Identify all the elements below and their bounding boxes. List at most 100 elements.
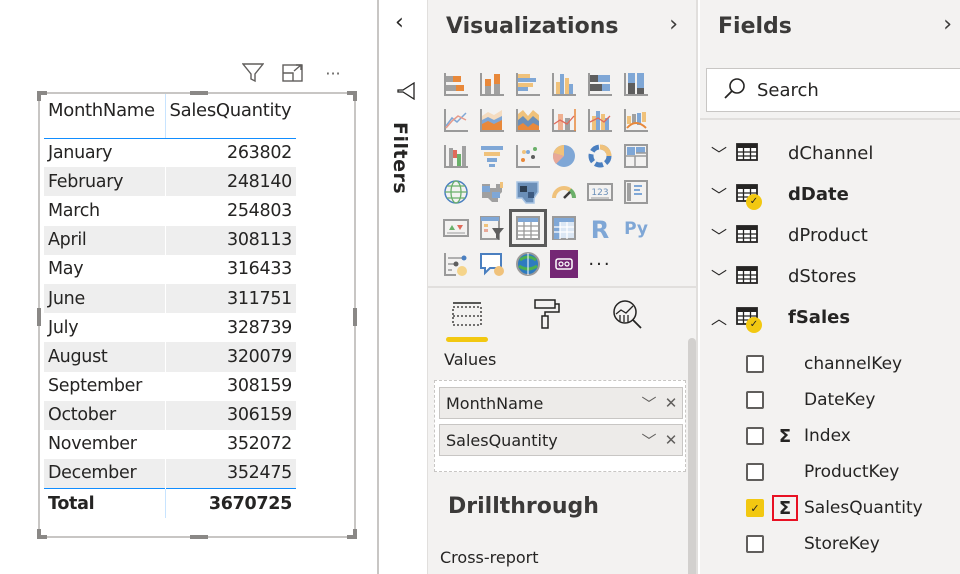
line-and-clustered-column-chart-icon[interactable]	[582, 102, 618, 138]
field-channelkey[interactable]: channelKey	[746, 349, 902, 379]
value-field-pill[interactable]: MonthName ﹀ ✕	[439, 387, 683, 419]
card-icon[interactable]: 123	[582, 174, 618, 210]
chevron-down-icon[interactable]: ﹀	[706, 182, 732, 206]
fields-tab[interactable]	[442, 296, 492, 342]
area-chart-icon[interactable]	[474, 102, 510, 138]
waterfall-chart-icon[interactable]	[438, 138, 474, 174]
report-canvas[interactable]: ··· MonthName SalesQuantity January 2638…	[0, 0, 379, 574]
chevron-down-icon[interactable]: ﹀	[638, 430, 660, 451]
collapse-fields-chevron-icon[interactable]: ›	[943, 12, 952, 37]
table-row[interactable]: April 308113	[44, 225, 296, 255]
python-visual-icon[interactable]: Py	[618, 210, 654, 246]
funnel-icon[interactable]	[474, 138, 510, 174]
scatter-chart-icon[interactable]	[510, 138, 546, 174]
stacked-column-chart-icon[interactable]	[474, 66, 510, 102]
field-table-dchannel[interactable]: ﹀ dChannel	[706, 138, 873, 168]
table-row[interactable]: March 254803	[44, 196, 296, 226]
filter-icon[interactable]	[240, 62, 266, 84]
expand-filters-chevron-icon[interactable]: ‹	[395, 10, 404, 35]
key-influencers-icon[interactable]	[438, 246, 474, 282]
filters-label[interactable]: Filters	[389, 122, 411, 194]
resize-handle-left[interactable]	[37, 308, 41, 326]
resize-handle-bottom[interactable]	[190, 535, 208, 539]
field-table-dproduct[interactable]: ﹀ dProduct	[706, 220, 868, 250]
field-checkbox[interactable]	[746, 355, 764, 373]
table-row[interactable]: May 316433	[44, 254, 296, 284]
treemap-icon[interactable]	[618, 138, 654, 174]
kpi-icon[interactable]	[438, 210, 474, 246]
table-row[interactable]: November 352072	[44, 429, 296, 460]
power-apps-icon[interactable]	[546, 246, 582, 282]
field-datekey[interactable]: DateKey	[746, 385, 875, 415]
field-checkbox[interactable]	[746, 535, 764, 553]
values-field-well[interactable]: MonthName ﹀ ✕ SalesQuantity ﹀ ✕	[434, 380, 686, 472]
table-row[interactable]: February 248140	[44, 167, 296, 197]
gauge-icon[interactable]	[546, 174, 582, 210]
field-index[interactable]: Σ Index	[746, 421, 851, 451]
100-stacked-bar-chart-icon[interactable]	[582, 66, 618, 102]
field-table-fsales[interactable]: ︿ ✓ fSales	[706, 302, 850, 333]
q-and-a-icon[interactable]	[474, 246, 510, 282]
clustered-bar-chart-icon[interactable]	[510, 66, 546, 102]
table-row[interactable]: July 328739	[44, 313, 296, 343]
sales-quantity-cell: 308159	[226, 376, 292, 397]
column-header-monthname[interactable]: MonthName	[44, 94, 166, 139]
visualizations-scrollbar[interactable]	[688, 338, 696, 574]
stacked-area-chart-icon[interactable]	[510, 102, 546, 138]
map-icon[interactable]	[438, 174, 474, 210]
field-checkbox[interactable]	[746, 427, 764, 445]
field-checkbox[interactable]: ✓	[746, 499, 764, 517]
table-row[interactable]: January 263802	[44, 138, 296, 168]
clustered-column-chart-icon[interactable]	[546, 66, 582, 102]
field-storekey[interactable]: StoreKey	[746, 529, 880, 559]
chevron-down-icon[interactable]: ﹀	[706, 141, 732, 165]
resize-handle-bottom-right[interactable]	[353, 529, 357, 539]
table-row[interactable]: October 306159	[44, 400, 296, 430]
chevron-down-icon[interactable]: ﹀	[706, 264, 732, 288]
more-options-icon[interactable]: ···	[320, 62, 346, 84]
table-row[interactable]: December 352475	[44, 459, 296, 489]
100-stacked-column-chart-icon[interactable]	[618, 66, 654, 102]
table-row[interactable]: September 308159	[44, 371, 296, 401]
chevron-down-icon[interactable]: ﹀	[706, 223, 732, 247]
fields-search-input[interactable]: Search	[706, 68, 960, 112]
ribbon-chart-icon[interactable]	[618, 102, 654, 138]
remove-field-close-icon[interactable]: ✕	[660, 394, 682, 412]
focus-mode-icon[interactable]	[280, 62, 306, 84]
resize-handle-top-left[interactable]	[37, 91, 41, 101]
r-script-visual-icon[interactable]: R	[582, 210, 618, 246]
more-visuals-icon[interactable]: ···	[582, 246, 618, 282]
shape-map-icon[interactable]	[510, 174, 546, 210]
field-productkey[interactable]: ProductKey	[746, 457, 899, 487]
chevron-up-icon[interactable]: ︿	[706, 305, 732, 329]
resize-handle-top-right[interactable]	[353, 91, 357, 101]
column-header-salesquantity[interactable]: SalesQuantity	[165, 94, 296, 139]
matrix-icon[interactable]	[546, 210, 582, 246]
chevron-down-icon[interactable]: ﹀	[638, 393, 660, 414]
filters-pane-collapsed[interactable]: ‹ Filters	[381, 0, 428, 574]
collapse-visualizations-chevron-icon[interactable]: ›	[669, 12, 678, 37]
analytics-tab[interactable]	[602, 296, 652, 332]
line-chart-icon[interactable]	[438, 102, 474, 138]
field-salesquantity[interactable]: ✓ Σ SalesQuantity	[746, 493, 923, 523]
format-tab[interactable]	[522, 296, 572, 332]
table-icon[interactable]	[509, 209, 547, 247]
stacked-bar-chart-icon[interactable]	[438, 66, 474, 102]
value-field-pill[interactable]: SalesQuantity ﹀ ✕	[439, 424, 683, 456]
line-and-stacked-column-chart-icon[interactable]	[546, 102, 582, 138]
pie-chart-icon[interactable]	[546, 138, 582, 174]
resize-handle-right[interactable]	[353, 308, 357, 326]
multi-row-card-icon[interactable]	[618, 174, 654, 210]
field-checkbox[interactable]	[746, 391, 764, 409]
field-table-dstores[interactable]: ﹀ dStores	[706, 261, 856, 291]
field-table-ddate[interactable]: ﹀ ✓ dDate	[706, 179, 849, 210]
slicer-icon[interactable]	[474, 210, 510, 246]
table-row[interactable]: June 311751	[44, 283, 296, 314]
donut-chart-icon[interactable]	[582, 138, 618, 174]
resize-handle-bottom-left[interactable]	[37, 529, 41, 539]
remove-field-close-icon[interactable]: ✕	[660, 431, 682, 449]
filled-map-icon[interactable]	[474, 174, 510, 210]
arcgis-map-icon[interactable]	[510, 246, 546, 282]
table-row[interactable]: August 320079	[44, 342, 296, 372]
field-checkbox[interactable]	[746, 463, 764, 481]
